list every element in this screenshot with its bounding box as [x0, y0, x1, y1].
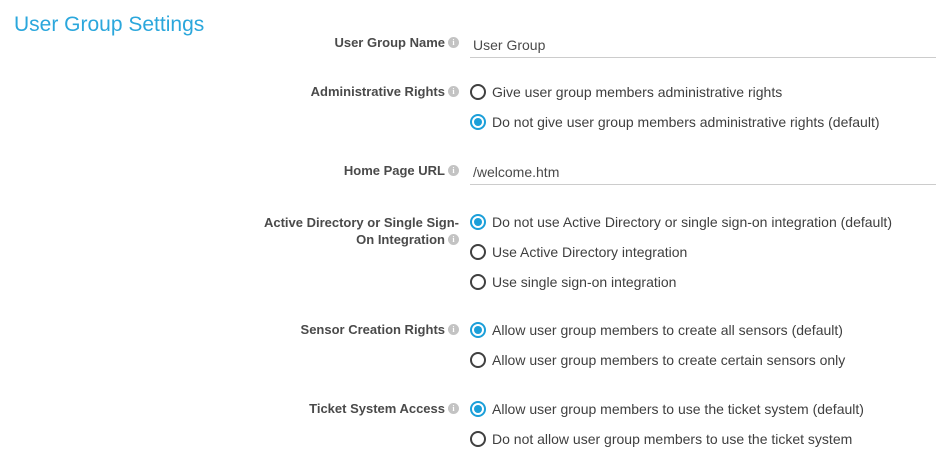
radio-button-icon[interactable]	[470, 114, 486, 130]
radio-option-label[interactable]: Give user group members administrative r…	[492, 84, 782, 100]
page-title: User Group Settings	[14, 12, 204, 38]
info-icon[interactable]: i	[448, 234, 459, 245]
info-icon[interactable]: i	[448, 37, 459, 48]
field-label-text: Active Directory or Single Sign-On Integ…	[264, 215, 459, 247]
field-label-administrative-rights: Administrative Rightsi	[250, 83, 459, 100]
radio-option-label[interactable]: Use Active Directory integration	[492, 244, 687, 260]
radio-option[interactable]: Do not allow user group members to use t…	[470, 424, 864, 454]
field-label-text: Home Page URL	[344, 163, 445, 178]
radio-option-label[interactable]: Use single sign-on integration	[492, 274, 676, 290]
radio-option[interactable]: Allow user group members to use the tick…	[470, 394, 864, 424]
radio-button-icon[interactable]	[470, 274, 486, 290]
field-label-text: Administrative Rights	[311, 84, 445, 99]
radio-option[interactable]: Allow user group members to create all s…	[470, 315, 845, 345]
info-icon[interactable]: i	[448, 86, 459, 97]
radio-button-icon[interactable]	[470, 322, 486, 338]
field-label-text: Sensor Creation Rights	[301, 322, 445, 337]
radio-option[interactable]: Give user group members administrative r…	[470, 77, 880, 107]
ticket-system-access-radio-group: Allow user group members to use the tick…	[470, 394, 864, 454]
radio-button-icon[interactable]	[470, 214, 486, 230]
info-icon[interactable]: i	[448, 324, 459, 335]
field-label-user-group-name: User Group Namei	[250, 34, 459, 51]
radio-option-label[interactable]: Allow user group members to create all s…	[492, 322, 843, 338]
radio-option[interactable]: Use Active Directory integration	[470, 237, 892, 267]
info-icon[interactable]: i	[448, 165, 459, 176]
radio-option-label[interactable]: Do not use Active Directory or single si…	[492, 214, 892, 230]
user-group-settings-page: User Group Settings User Group Namei Adm…	[0, 0, 936, 460]
info-icon[interactable]: i	[448, 403, 459, 414]
radio-option-label[interactable]: Allow user group members to create certa…	[492, 352, 845, 368]
radio-option[interactable]: Do not give user group members administr…	[470, 107, 880, 137]
administrative-rights-radio-group: Give user group members administrative r…	[470, 77, 880, 137]
radio-button-icon[interactable]	[470, 244, 486, 260]
field-label-ticket-system-access: Ticket System Accessi	[250, 400, 459, 417]
radio-option[interactable]: Allow user group members to create certa…	[470, 345, 845, 375]
radio-option-label[interactable]: Allow user group members to use the tick…	[492, 401, 864, 417]
field-label-sensor-creation-rights: Sensor Creation Rightsi	[250, 321, 459, 338]
field-label-ad-sso-integration: Active Directory or Single Sign-On Integ…	[250, 214, 459, 248]
field-label-text: Ticket System Access	[309, 401, 445, 416]
sensor-creation-rights-radio-group: Allow user group members to create all s…	[470, 315, 845, 375]
radio-option-label[interactable]: Do not allow user group members to use t…	[492, 431, 852, 447]
radio-button-icon[interactable]	[470, 401, 486, 417]
radio-button-icon[interactable]	[470, 84, 486, 100]
radio-button-icon[interactable]	[470, 431, 486, 447]
ad-sso-integration-radio-group: Do not use Active Directory or single si…	[470, 207, 892, 297]
user-group-name-input[interactable]	[470, 32, 936, 58]
radio-button-icon[interactable]	[470, 352, 486, 368]
radio-option-label[interactable]: Do not give user group members administr…	[492, 114, 880, 130]
field-label-home-page-url: Home Page URLi	[250, 162, 459, 179]
radio-option[interactable]: Use single sign-on integration	[470, 267, 892, 297]
home-page-url-input[interactable]	[470, 159, 936, 185]
field-label-text: User Group Name	[334, 35, 445, 50]
radio-option[interactable]: Do not use Active Directory or single si…	[470, 207, 892, 237]
